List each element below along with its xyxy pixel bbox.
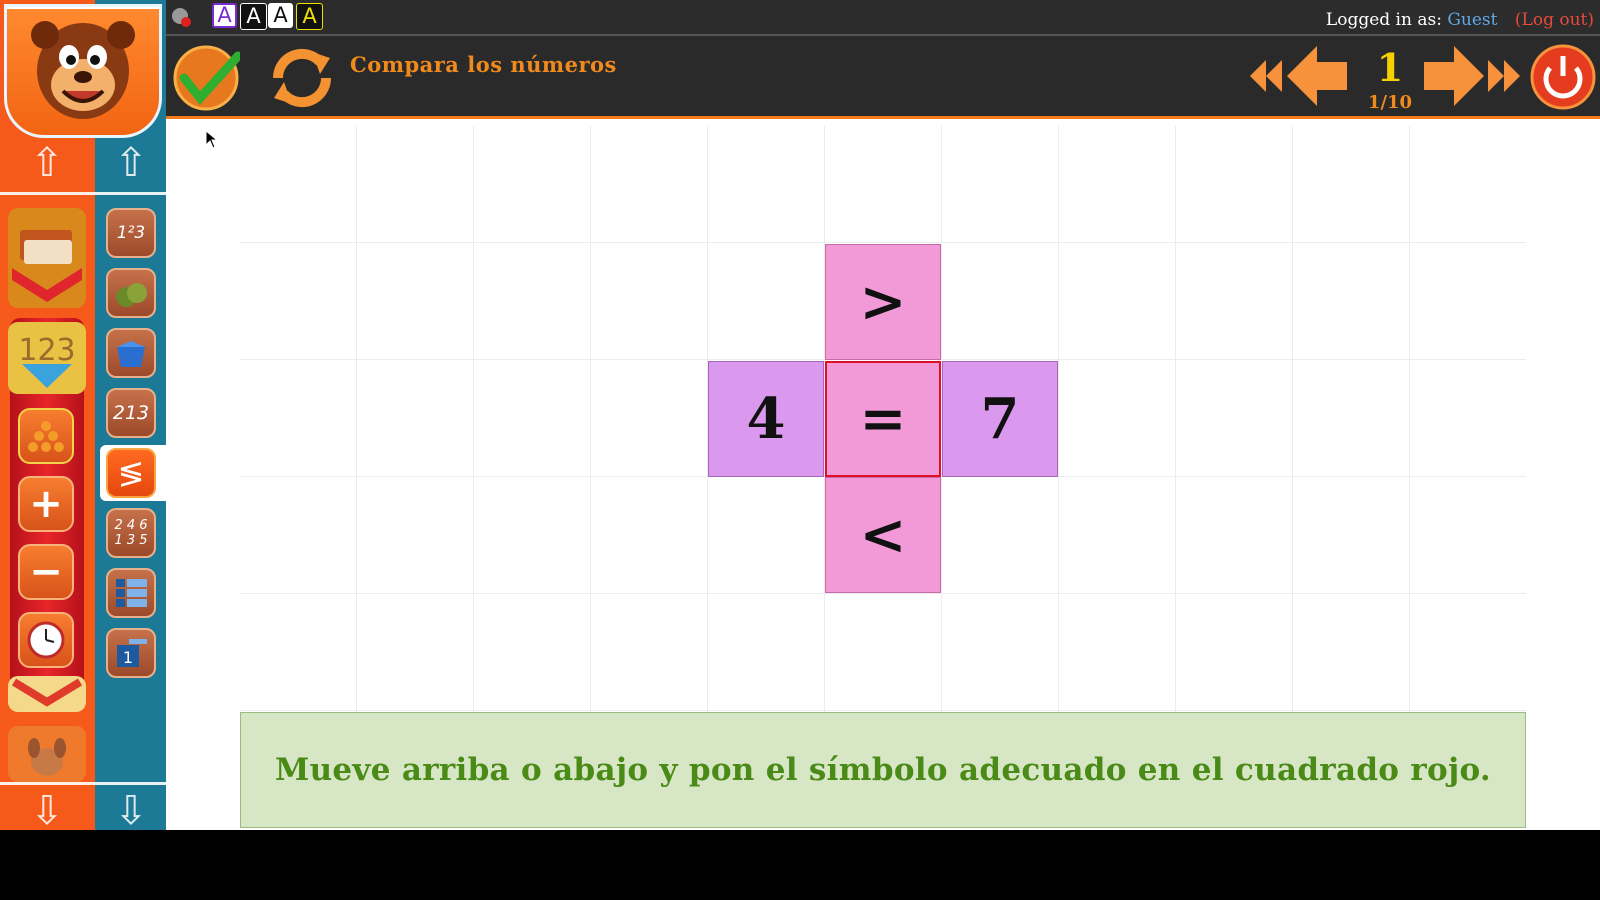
minus-icon: − (29, 549, 63, 595)
sound-muted-icon[interactable] (170, 6, 192, 28)
beads-icon (28, 421, 64, 452)
even-odd-icon: 2 4 61 3 5 (114, 518, 148, 548)
instruction-box: Mueve arriba o abajo y pon el símbolo ad… (240, 712, 1526, 828)
text-size-purple-button[interactable]: A (212, 3, 237, 28)
numbers-category-button[interactable]: 123 (8, 322, 86, 394)
refresh-button[interactable] (268, 44, 336, 112)
compare-symbol-icon: ≶ (117, 454, 145, 492)
previous-page-button[interactable] (1285, 44, 1349, 112)
text-contrast-dark-button[interactable]: A (268, 3, 293, 28)
user-link[interactable]: Guest (1447, 10, 1497, 30)
activities-scroll-up-arrow-icon[interactable]: ⇧ (106, 140, 156, 186)
text-contrast-yellow-button[interactable]: A (296, 3, 323, 30)
page-number: 1 (1376, 45, 1404, 90)
reorder-213-icon: 213 (112, 402, 150, 424)
mouse-cursor-icon (205, 130, 219, 149)
activity-button-7[interactable] (106, 568, 156, 618)
activity-button-compare[interactable]: ≶ (106, 448, 156, 498)
number-table-icon (116, 579, 147, 607)
dog-icon (28, 738, 66, 776)
activity-button-2[interactable] (106, 268, 156, 318)
right-arrow-icon (1424, 46, 1484, 106)
app-window: ⇧ ⇧ ⇩ ⇩ 123 + − 1²3 213 ≶ 2 4 6 1 3 5 1 … (0, 0, 1600, 834)
page-progress: 1/10 (1367, 92, 1413, 113)
divider (0, 192, 166, 195)
top-strip: A A A A Logged in as: Guest (Log out) (166, 0, 1600, 36)
greater-than-tile[interactable]: > (825, 244, 941, 360)
text-contrast-white-button[interactable]: A (240, 3, 267, 30)
clock-icon (27, 621, 65, 659)
books-icon (12, 230, 82, 302)
svg-text:1: 1 (123, 648, 133, 667)
double-right-arrow-icon (1488, 60, 1520, 92)
scroll-down-arrow-icon[interactable]: ⇩ (22, 788, 72, 834)
activity-button-3[interactable] (106, 328, 156, 378)
apples-icon (116, 283, 147, 307)
double-left-arrow-icon (1250, 60, 1282, 92)
bear-mascot-icon (31, 21, 135, 119)
activity-button-6[interactable]: 2 4 61 3 5 (106, 508, 156, 558)
next-page-button[interactable] (1422, 44, 1486, 112)
activity-title: Compara los números (350, 52, 617, 77)
first-page-button[interactable] (1248, 56, 1284, 100)
logout-link[interactable]: (Log out) (1515, 10, 1594, 30)
subtraction-category-button[interactable]: − (18, 544, 74, 600)
checkmark-icon (173, 45, 243, 111)
left-number-tile: 4 (708, 361, 824, 477)
scroll-up-arrow-icon[interactable]: ⇧ (22, 140, 72, 186)
addition-category-button[interactable]: + (18, 476, 74, 532)
answer-box[interactable]: = (825, 361, 941, 477)
check-answer-button[interactable] (172, 44, 243, 112)
collapse-category-button[interactable] (8, 676, 86, 712)
app-logo (4, 4, 162, 138)
time-category-button[interactable] (18, 612, 74, 668)
counting-category-button[interactable] (18, 408, 74, 464)
right-number-tile: 7 (942, 361, 1058, 477)
activity-button-1[interactable]: 1²3 (106, 208, 156, 258)
divider (0, 782, 166, 785)
activity-button-4[interactable]: 213 (106, 388, 156, 438)
left-arrow-icon (1287, 46, 1347, 106)
login-status: Logged in as: Guest (Log out) (1326, 10, 1594, 30)
number-card-icon: 1 (117, 639, 147, 667)
exit-button[interactable] (1530, 44, 1596, 114)
refresh-icon (272, 48, 332, 108)
box-icon (117, 341, 145, 367)
books-category-button[interactable] (8, 208, 86, 308)
logged-in-label: Logged in as: (1325, 10, 1442, 30)
chevron-down-icon (11, 678, 83, 707)
activity-button-8[interactable]: 1 (106, 628, 156, 678)
plus-icon: + (29, 481, 63, 527)
power-icon (1530, 44, 1596, 110)
activities-scroll-down-arrow-icon[interactable]: ⇩ (106, 788, 156, 834)
games-category-button[interactable] (8, 726, 86, 782)
less-than-tile[interactable]: < (825, 477, 941, 593)
numbers-123-icon: 123 (18, 333, 76, 388)
last-page-button[interactable] (1486, 56, 1522, 100)
svg-text:123: 123 (18, 333, 75, 368)
numbers-123-icon: 1²3 (116, 223, 146, 243)
